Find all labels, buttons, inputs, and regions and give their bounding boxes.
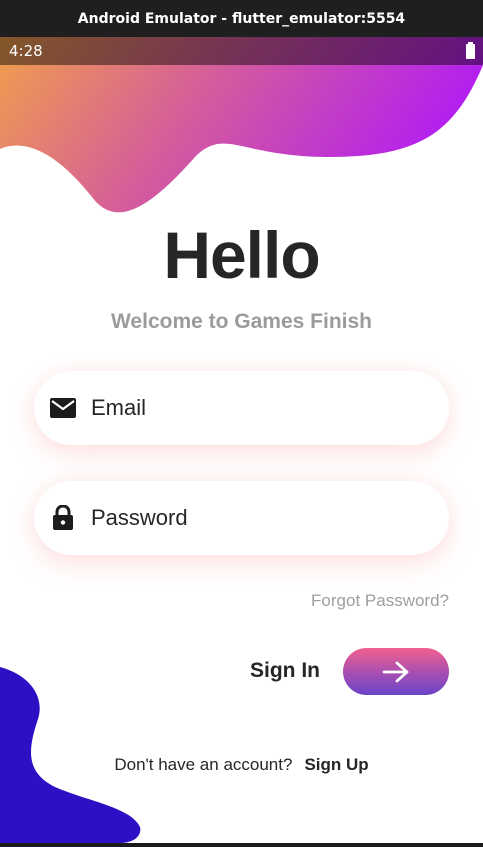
password-input[interactable]	[91, 505, 411, 531]
sign-in-label: Sign In	[250, 659, 320, 682]
arrow-right-icon	[382, 661, 409, 682]
phone-bottom-edge	[0, 843, 483, 847]
sign-up-link[interactable]: Sign Up	[304, 755, 368, 775]
email-field[interactable]	[34, 371, 449, 445]
status-bar: 4:28	[0, 37, 483, 65]
window-titlebar: Android Emulator - flutter_emulator:5554	[0, 0, 483, 37]
battery-full-icon	[466, 41, 475, 59]
sign-in-button[interactable]	[343, 648, 449, 695]
mail-icon	[50, 395, 76, 421]
forgot-password-link[interactable]: Forgot Password?	[311, 591, 449, 611]
window-title: Android Emulator - flutter_emulator:5554	[77, 10, 406, 27]
phone-screen: 4:28 Hello Welcome to Games Finish Email…	[0, 37, 483, 843]
login-content: Hello Welcome to Games Finish Forgot	[0, 37, 483, 843]
signup-row: Don't have an account? Sign Up	[0, 755, 483, 775]
status-time: 4:28	[9, 42, 43, 60]
signup-prompt: Don't have an account?	[114, 755, 293, 774]
email-input[interactable]	[91, 395, 411, 421]
welcome-subtitle: Welcome to Games Finish	[110, 310, 372, 333]
lock-icon	[50, 505, 76, 531]
page-title: Hello	[163, 218, 320, 292]
password-field[interactable]	[34, 481, 449, 555]
